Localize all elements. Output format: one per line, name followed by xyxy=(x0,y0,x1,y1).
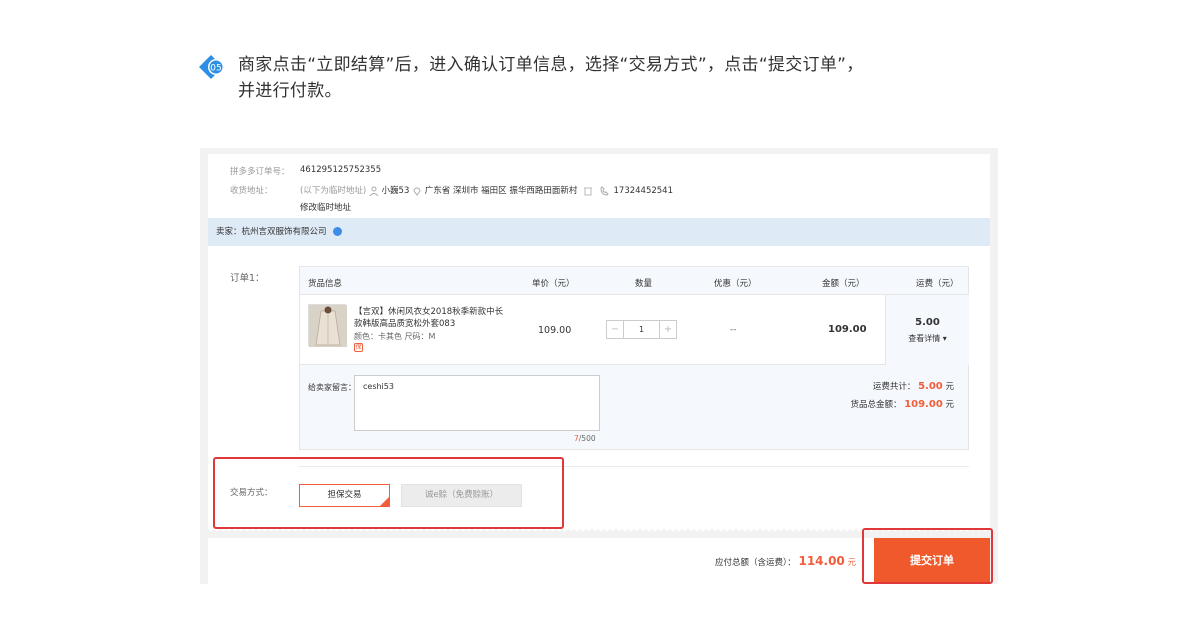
message-count-max: /500 xyxy=(578,434,596,443)
payable-total-label: 应付总额（含运费）： xyxy=(715,558,796,568)
header-discount: 优惠（元） xyxy=(714,279,757,289)
message-label: 给卖家留言： xyxy=(308,383,356,392)
receiver-name: 小巍53 xyxy=(381,186,410,196)
freight-total-value: 5.00 xyxy=(918,381,943,392)
shipping-cell: 5.00 查看详情 ▾ xyxy=(885,295,969,365)
trade-method-highlight xyxy=(213,457,564,529)
shipping-detail-link[interactable]: 查看详情 ▾ xyxy=(886,333,969,344)
freight-unit: 元 xyxy=(945,382,954,392)
order-label: 订单1： xyxy=(230,273,265,284)
discount-value: -- xyxy=(730,325,737,335)
message-textarea[interactable]: ceshi53 xyxy=(354,375,600,431)
phone-icon xyxy=(600,185,609,196)
guarantee-badge-icon: 保 xyxy=(354,343,363,352)
address-hint: (以下为临时地址) xyxy=(300,186,367,196)
address-row: 收货地址： (以下为临时地址) 小巍53 广东省 深圳市 福田区 振华西路田面新… xyxy=(230,184,673,196)
header-price: 单价（元） xyxy=(532,279,575,289)
goods-total-value: 109.00 xyxy=(904,399,943,410)
qty-minus-button[interactable]: − xyxy=(607,321,624,338)
product-title[interactable]: 【言双】休闲风衣女2018秋季新款中长款韩版高品质宽松外套083 xyxy=(354,306,504,330)
edit-address-link[interactable]: 修改临时地址 xyxy=(300,201,351,213)
freight-total-row: 运费共计： 5.00 元 xyxy=(873,380,954,392)
product-thumbnail[interactable] xyxy=(308,304,347,347)
step-text-line1: 商家点击“立即结算”后，进入确认订单信息，选择“交易方式”，点击“提交订单”， xyxy=(238,55,864,75)
order-number-label: 拼多多订单号： xyxy=(230,167,290,177)
payable-total-unit: 元 xyxy=(847,558,856,568)
step-text: 商家点击“立即结算”后，进入确认订单信息，选择“交易方式”，点击“提交订单”， … xyxy=(238,52,1018,104)
table-row: 【言双】休闲风衣女2018秋季新款中长款韩版高品质宽松外套083 颜色：卡其色 … xyxy=(300,295,969,365)
step-text-line2: 并进行付款。 xyxy=(238,81,342,101)
person-icon xyxy=(369,186,379,196)
goods-total-label: 货品总金额： xyxy=(850,400,902,410)
seller-name: 卖家：杭州言双服饰有限公司 xyxy=(216,227,327,237)
header-goods: 货品信息 xyxy=(308,279,343,289)
header-qty: 数量 xyxy=(635,279,653,289)
order-box: 货品信息 单价（元） 数量 优惠（元） 金额（元） 运费（元） 【言双】休闲风衣… xyxy=(299,266,969,450)
qty-plus-button[interactable]: + xyxy=(659,321,676,338)
coat-image-icon xyxy=(309,305,347,347)
amount-value: 109.00 xyxy=(828,324,867,335)
order-table-header: 货品信息 单价（元） 数量 优惠（元） 金额（元） 运费（元） xyxy=(300,267,968,295)
address-value: (以下为临时地址) 小巍53 广东省 深圳市 福田区 振华西路田面新村 1732… xyxy=(300,184,673,196)
phone-number: 17324452541 xyxy=(613,186,674,196)
seller-bar: 卖家：杭州言双服饰有限公司 xyxy=(208,218,990,246)
product-spec: 颜色：卡其色 尺码：M xyxy=(354,332,436,341)
header-amount: 金额（元） xyxy=(822,279,865,289)
address-label: 收货地址： xyxy=(230,186,273,196)
header-shipping: 运费（元） xyxy=(916,279,959,289)
goods-unit: 元 xyxy=(945,400,954,410)
qty-input[interactable]: 1 xyxy=(624,321,659,338)
payable-total-value: 114.00 xyxy=(798,554,845,568)
location-pin-icon xyxy=(413,187,421,196)
shipping-fee: 5.00 xyxy=(915,317,940,328)
submit-highlight xyxy=(862,528,993,584)
unit-price: 109.00 xyxy=(538,325,572,336)
quantity-stepper: − 1 + xyxy=(606,320,677,339)
goods-total-row: 货品总金额： 109.00 元 xyxy=(850,398,954,410)
step-instruction: 05 商家点击“立即结算”后，进入确认订单信息，选择“交易方式”，点击“提交订单… xyxy=(198,52,1018,104)
address-text: 广东省 深圳市 福田区 振华西路田面新村 xyxy=(424,186,578,196)
order-number-row: 拼多多订单号： 461295125752355 xyxy=(230,165,381,177)
freight-total-label: 运费共计： xyxy=(872,382,916,392)
chat-icon[interactable] xyxy=(333,227,343,236)
step-badge-icon: 05 xyxy=(199,55,224,79)
message-char-count: 7/500 xyxy=(574,434,596,443)
payable-total: 应付总额（含运费）： 114.00 元 xyxy=(715,554,856,568)
trash-icon[interactable] xyxy=(580,186,596,196)
order-number-value: 461295125752355 xyxy=(300,165,382,175)
svg-text:05: 05 xyxy=(210,64,221,74)
